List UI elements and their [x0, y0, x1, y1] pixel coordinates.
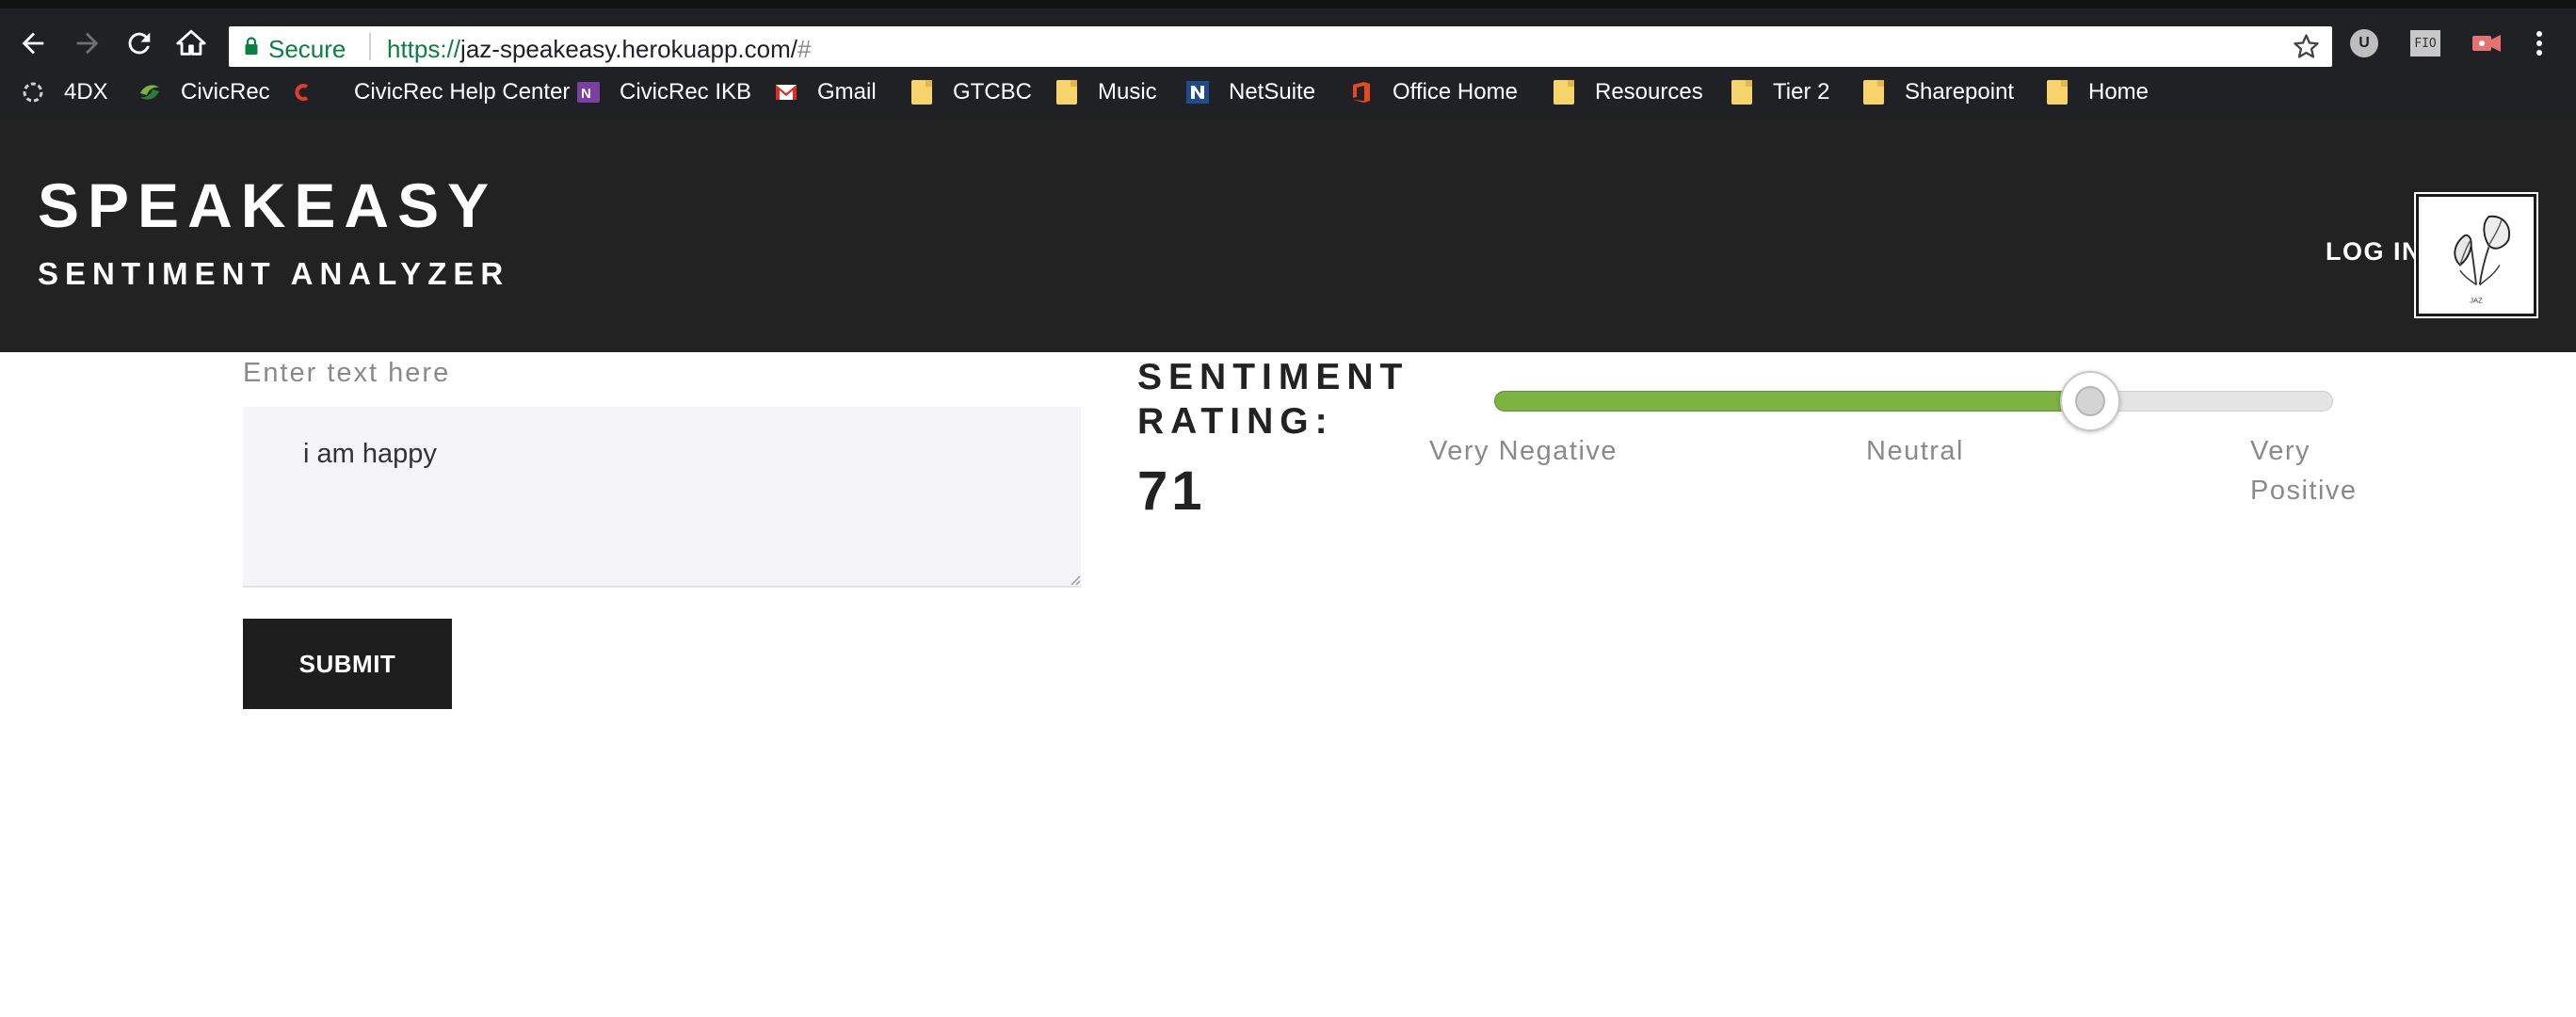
bookmark-label: 4DX [64, 79, 108, 105]
4dx-icon [21, 80, 45, 105]
bookmark-civicrec-ikb[interactable]: N CivicRec IKB [576, 77, 751, 107]
onenote-icon: N [576, 80, 601, 105]
back-arrow-icon[interactable] [17, 27, 49, 59]
address-divider [369, 33, 371, 60]
bookmark-label: NetSuite [1229, 79, 1316, 105]
url-scheme: https:// [387, 35, 461, 63]
civicrec-help-icon [290, 80, 314, 105]
scale-label-very-negative: Very Negative [1429, 436, 1618, 466]
site-header: SPEAKEASY SENTIMENT ANALYZER LOG IN JAZ [0, 117, 2576, 352]
avatar[interactable]: JAZ [2414, 192, 2538, 318]
bookmark-4dx[interactable]: 4DX [21, 77, 108, 107]
slider-fill [1494, 391, 2090, 412]
bookmark-label: Sharepoint [1905, 79, 2015, 105]
home-icon[interactable] [175, 27, 207, 59]
browser-toolbar: Secure https://jaz-speakeasy.herokuapp.c… [0, 0, 2576, 68]
scale-label-line: Positive [2250, 476, 2358, 506]
input-label: Enter text here [243, 358, 451, 388]
netsuite-icon [1185, 80, 1210, 105]
bookmark-label: Music [1098, 79, 1157, 105]
brand-title[interactable]: SPEAKEASY [38, 170, 497, 241]
calla-lily-logo: JAZ [2454, 215, 2511, 305]
bookmark-sharepoint[interactable]: Sharepoint [1861, 77, 2014, 107]
bookmark-label: GTCBC [953, 79, 1032, 105]
civicrec-icon [137, 80, 162, 105]
bookmark-label: Home [2088, 79, 2149, 105]
folder-icon [1730, 80, 1754, 105]
bookmark-gmail[interactable]: Gmail [774, 77, 877, 107]
login-link[interactable]: LOG IN [2326, 237, 2422, 266]
scale-label-very-positive: Very Positive [2250, 431, 2382, 510]
url-text[interactable]: https://jaz-speakeasy.herokuapp.com/# [387, 35, 811, 64]
heading-line: SENTIMENT [1137, 357, 1409, 397]
bookmark-resources[interactable]: Resources [1552, 77, 1703, 107]
submit-button[interactable]: SUBMIT [243, 619, 452, 709]
sentiment-rating-heading: SENTIMENT RATING: [1137, 355, 1409, 444]
bookmark-tier-2[interactable]: Tier 2 [1730, 77, 1829, 107]
url-hash: # [797, 35, 812, 63]
folder-icon [1861, 80, 1886, 105]
browser-menu-icon[interactable] [2529, 31, 2550, 56]
sentiment-text-input[interactable]: i am happy [243, 407, 1081, 588]
resize-grip-icon[interactable] [1068, 573, 1081, 586]
sentiment-slider[interactable] [1494, 371, 2333, 431]
extension-fio-icon[interactable]: FIO [2410, 30, 2440, 56]
bookmark-label: Resources [1595, 79, 1703, 105]
svg-text:N: N [581, 86, 591, 102]
heading-line: RATING: [1137, 401, 1334, 442]
bookmark-label: Gmail [817, 79, 877, 105]
folder-icon [1552, 80, 1576, 105]
bookmark-label: Tier 2 [1773, 79, 1830, 105]
folder-icon [910, 80, 934, 105]
extension-record-icon[interactable] [2471, 29, 2503, 57]
sentiment-rating-value: 71 [1137, 460, 1206, 522]
bookmark-label: Office Home [1393, 79, 1518, 105]
reload-icon[interactable] [123, 27, 155, 59]
bookmark-gtcbc[interactable]: GTCBC [910, 77, 1032, 107]
scale-label-line: Very [2250, 436, 2311, 466]
extension-fio-label: FIO [2414, 36, 2437, 51]
scale-label-neutral: Neutral [1866, 436, 1964, 466]
address-bar[interactable]: Secure https://jaz-speakeasy.herokuapp.c… [229, 26, 2332, 67]
folder-icon [2045, 80, 2069, 105]
avatar-caption: JAZ [2470, 297, 2483, 305]
slider-thumb[interactable] [2060, 371, 2120, 431]
lock-icon [245, 37, 258, 55]
secure-label: Secure [268, 35, 346, 63]
forward-arrow-icon[interactable] [72, 27, 104, 59]
office-icon [1349, 80, 1374, 105]
bookmark-netsuite[interactable]: NetSuite [1185, 77, 1315, 107]
bookmark-star-icon[interactable] [2292, 32, 2321, 61]
extension-u-icon[interactable]: U [2350, 29, 2378, 57]
bookmark-label: CivicRec Help Center [354, 79, 571, 105]
bookmarks-bar: 4DX CivicRec CivicRec Help Center N Civi… [0, 68, 2576, 117]
bookmark-civicrec[interactable]: CivicRec [137, 77, 270, 107]
bookmark-civicrec-help-center[interactable]: CivicRec Help Center [290, 77, 570, 107]
gmail-icon [774, 80, 798, 105]
brand-subtitle: SENTIMENT ANALYZER [38, 256, 510, 291]
folder-icon [1055, 80, 1079, 105]
extension-u-label: U [2359, 35, 2370, 51]
bookmark-label: CivicRec [181, 79, 270, 105]
bookmark-home[interactable]: Home [2045, 77, 2149, 107]
url-host: jaz-speakeasy.herokuapp.com/ [460, 35, 797, 63]
bookmark-office-home[interactable]: Office Home [1349, 77, 1518, 107]
bookmark-music[interactable]: Music [1055, 77, 1157, 107]
bookmark-label: CivicRec IKB [620, 79, 752, 105]
